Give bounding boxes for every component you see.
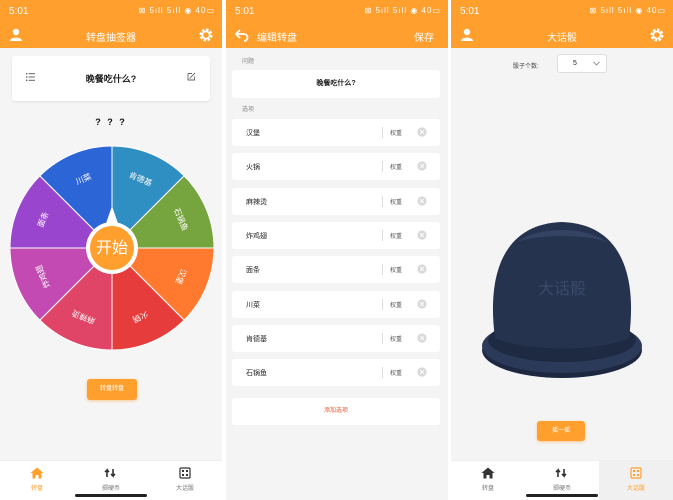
status-bar: 5:01 ⊠ 5ıll 5ıll ◉ 40▭ [451,0,673,22]
lottery-wheel[interactable]: 肯德基石锅鱼汉堡火锅麻辣烫炸鸡翅面条川菜开始 [10,146,214,350]
option-weight[interactable]: 权重 [390,197,402,206]
remove-option-icon[interactable] [417,333,427,343]
option-name[interactable]: 川菜 [246,300,260,310]
home-indicator [526,494,598,497]
option-weight[interactable]: 权重 [390,231,402,240]
option-name[interactable]: 石锅鱼 [246,368,267,378]
result-text: ? ? ? [95,117,127,127]
dice-count-label: 骰子个数: [513,64,539,70]
remove-option-icon[interactable] [417,127,427,137]
option-name[interactable]: 汉堡 [246,128,260,138]
status-indicators: ⊠ 5ıll 5ıll ◉ 40▭ [138,6,215,15]
shake-button[interactable]: 摇一摇 [537,421,585,441]
tab-wheel[interactable]: 转盘 [451,461,525,500]
status-indicators: ⊠ 5ıll 5ıll ◉ 40▭ [589,6,666,15]
option-divider [382,332,383,344]
status-time: 5:01 [460,6,480,17]
option-row[interactable]: 炸鸡翅 权重 [232,221,440,249]
chevron-down-icon [593,61,600,66]
option-row[interactable]: 肯德基 权重 [232,324,440,352]
status-bar: 5:01 ⊠ 5ıll 5ıll ◉ 40▭ [0,0,222,22]
tab-wheel[interactable]: 转盘 [0,461,74,500]
option-divider [382,127,383,138]
question-text: 晚餐吃什么? [85,74,137,84]
option-row[interactable]: 川菜 权重 [232,290,440,318]
remove-option-icon[interactable] [417,264,427,274]
page-title: 转盘抽签器 [86,33,136,44]
wheel-screen: 5:01 ⊠ 5ıll 5ıll ◉ 40▭ 转盘抽签器 晚餐吃什么? ? ? … [0,0,222,500]
option-divider [382,161,383,173]
option-divider [382,264,383,276]
dice-cup[interactable]: 大话骰 [479,212,645,384]
question-input[interactable]: 晚餐吃什么? [232,70,440,98]
dice-screen: 5:01 ⊠ 5ıll 5ıll ◉ 40▭ 大话骰 骰子个数: 5 大话骰 摇… [451,0,673,500]
status-time: 5:01 [9,6,29,17]
option-row[interactable]: 汉堡 权重 [232,119,440,146]
app-bar: 转盘抽签器 [0,22,222,48]
question-card: 晚餐吃什么? [12,56,210,101]
question-label: 问题 [242,59,255,65]
edit-wheel-screen: 5:01 ⊠ 5ıll 5ıll ◉ 40▭ 编辑转盘 保存 问题 晚餐吃什么?… [226,0,448,500]
home-icon [30,467,44,479]
option-name[interactable]: 炸鸡翅 [246,231,267,241]
add-option-button[interactable]: 添加选项 [232,398,440,425]
dice-count-value: 5 [573,60,577,67]
option-weight[interactable]: 权重 [390,368,402,377]
tab-dice[interactable]: 大话骰 [599,461,673,500]
save-button[interactable]: 保存 [414,29,434,44]
option-row[interactable]: 火锅 权重 [232,153,440,181]
dice-count-select[interactable]: 5 [557,54,607,73]
options-label: 选项 [242,107,255,113]
tab-coin-label: 掷硬币 [552,486,571,492]
gear-icon[interactable] [649,27,665,43]
tab-dice[interactable]: 大话骰 [148,461,222,500]
option-weight[interactable]: 权重 [390,128,402,137]
option-divider [382,298,383,310]
option-name[interactable]: 面条 [246,265,260,275]
status-indicators: ⊠ 5ıll 5ıll ◉ 40▭ [364,6,441,15]
option-divider [382,195,383,207]
edit-icon[interactable] [187,72,196,81]
option-name[interactable]: 麻辣烫 [246,197,267,207]
tab-dice-label: 大话骰 [175,486,194,492]
option-weight[interactable]: 权重 [390,334,402,343]
option-weight[interactable]: 权重 [390,300,402,309]
option-name[interactable]: 肯德基 [246,334,267,344]
remove-option-icon[interactable] [417,230,427,240]
dice-icon [630,467,642,479]
option-divider [382,367,383,379]
tab-wheel-label: 转盘 [30,486,43,492]
switch-wheel-button[interactable]: 转盘转盘 [87,379,137,400]
tab-bar: 转盘 掷硬币 大话骰 [0,460,222,500]
tab-wheel-label: 转盘 [481,486,494,492]
dice-icon [179,467,191,479]
page-title: 大话骰 [547,33,577,44]
tab-coin-label: 掷硬币 [101,486,120,492]
start-button-label[interactable]: 开始 [96,239,128,257]
option-weight[interactable]: 权重 [390,162,402,171]
option-row[interactable]: 面条 权重 [232,256,440,284]
status-bar: 5:01 ⊠ 5ıll 5ıll ◉ 40▭ [226,0,448,22]
home-indicator [75,494,147,497]
remove-option-icon[interactable] [417,367,427,377]
dice-cup-text: 大话骰 [538,280,586,298]
tab-bar: 转盘 掷硬币 大话骰 [451,460,673,500]
option-row[interactable]: 麻辣烫 权重 [232,187,440,215]
tab-dice-label: 大话骰 [626,486,645,492]
gear-icon[interactable] [198,27,214,43]
option-weight[interactable]: 权重 [390,265,402,274]
coin-flip-icon [104,468,116,478]
option-divider [382,229,383,241]
remove-option-icon[interactable] [417,195,427,206]
coin-flip-icon [555,468,567,478]
status-time: 5:01 [235,6,255,17]
remove-option-icon[interactable] [417,161,427,171]
app-bar: 大话骰 [451,22,673,48]
option-name[interactable]: 火锅 [246,162,260,172]
app-bar: 编辑转盘 保存 [226,22,448,48]
home-icon [481,467,495,479]
remove-option-icon[interactable] [417,298,427,309]
option-row[interactable]: 石锅鱼 权重 [232,359,440,387]
